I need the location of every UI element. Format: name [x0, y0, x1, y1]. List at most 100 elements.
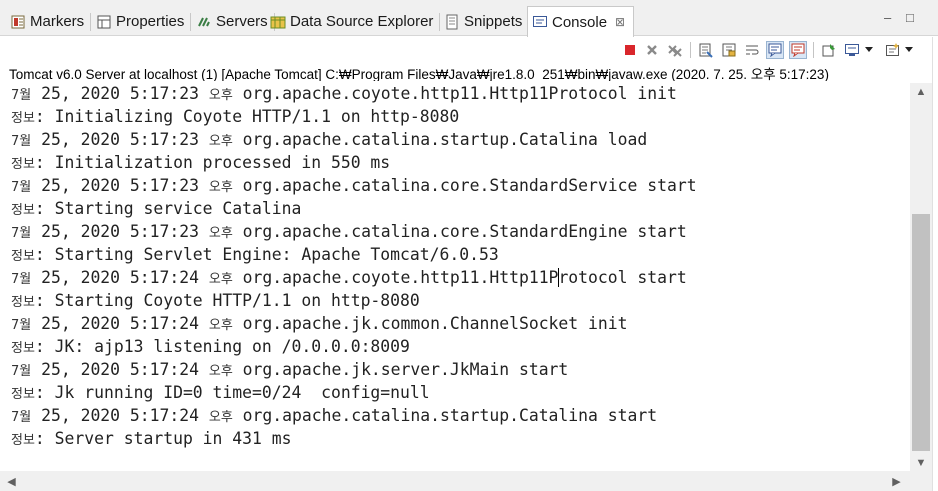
scrollbar-thumb[interactable] [912, 214, 930, 451]
log-text: 25, 2020 5:17:24 [31, 314, 209, 333]
console-line: 정보: Starting service Catalina [11, 197, 301, 220]
tab-label: Snippets [464, 13, 523, 30]
word-wrap-icon[interactable] [743, 41, 761, 59]
tab-servers[interactable]: Servers [192, 7, 275, 36]
log-source: org.apache.coyote.http11.Http11Protocol … [232, 84, 677, 103]
console-process-label: Tomcat v6.0 Server at localhost (1) [Apa… [9, 67, 829, 81]
tab-properties[interactable]: Properties [92, 7, 192, 36]
log-ampm: 오후 [208, 410, 233, 425]
log-prefix: 정보 [11, 341, 35, 356]
log-source: org.apache.jk.server.JkMain start [232, 360, 569, 379]
tab-label: Markers [30, 13, 85, 30]
tab-data-source-explorer[interactable]: Data Source Explorer [266, 7, 441, 36]
console-line: 정보: Starting Servlet Engine: Apache Tomc… [11, 243, 499, 266]
dropdown-icon[interactable] [864, 41, 874, 59]
clear-console-icon[interactable] [697, 41, 715, 59]
maximize-button[interactable]: □ [906, 10, 914, 25]
log-text: : JK: ajp13 listening on /0.0.0.0:8009 [34, 337, 410, 356]
pin-console-icon[interactable] [820, 41, 838, 59]
console-output[interactable]: 7월 25, 2020 5:17:23 오후 org.apache.coyote… [0, 82, 912, 470]
log-prefix: 정보 [11, 249, 35, 264]
open-console-icon[interactable] [884, 41, 902, 59]
log-text: 25, 2020 5:17:23 [31, 130, 209, 149]
log-text: 25, 2020 5:17:23 [31, 84, 209, 103]
console-toolbar [0, 37, 938, 63]
console-line: 정보: Initializing Coyote HTTP/1.1 on http… [11, 105, 459, 128]
log-ampm: 오후 [208, 272, 233, 287]
console-line: 7월 25, 2020 5:17:24 오후 org.apache.jk.com… [11, 312, 628, 335]
console-line: 7월 25, 2020 5:17:24 오후 org.apache.coyote… [11, 266, 687, 289]
tab-label: Servers [216, 13, 268, 30]
console-line: 7월 25, 2020 5:17:23 오후 org.apache.catali… [11, 128, 647, 151]
log-text: 25, 2020 5:17:23 [31, 176, 209, 195]
log-prefix: 7월 [11, 226, 32, 241]
console-line: 7월 25, 2020 5:17:23 오후 org.apache.coyote… [11, 82, 677, 105]
console-line: 정보: Starting Coyote HTTP/1.1 on http-808… [11, 289, 420, 312]
tab-snippets[interactable]: Snippets [440, 7, 530, 36]
tab-label: Data Source Explorer [290, 13, 434, 30]
terminate-icon[interactable] [621, 41, 639, 59]
scroll-left-icon[interactable]: ◀ [3, 471, 20, 491]
scroll-up-icon[interactable]: ▲ [910, 83, 932, 100]
log-source: org.apache.catalina.core.StandardEngine … [232, 222, 687, 241]
vertical-scrollbar[interactable]: ▲ ▼ [910, 83, 932, 471]
markers-icon [10, 14, 26, 30]
console-line: 정보: Initialization processed in 550 ms [11, 151, 390, 174]
console-line: 정보: JK: ajp13 listening on /0.0.0.0:8009 [11, 335, 410, 358]
scrollbar-corner [910, 471, 932, 491]
log-text: 25, 2020 5:17:23 [31, 222, 209, 241]
log-prefix: 7월 [11, 134, 32, 149]
show-stdout-icon[interactable] [766, 41, 784, 59]
log-source: rotocol start [558, 268, 687, 287]
log-text: 25, 2020 5:17:24 [31, 406, 209, 425]
log-ampm: 오후 [208, 364, 233, 379]
console-line: 7월 25, 2020 5:17:24 오후 org.apache.catali… [11, 404, 657, 427]
show-stderr-icon[interactable] [789, 41, 807, 59]
snippets-icon [444, 14, 460, 30]
log-ampm: 오후 [208, 180, 233, 195]
log-prefix: 정보 [11, 203, 35, 218]
tab-markers[interactable]: Markers [6, 7, 92, 36]
horizontal-scrollbar[interactable]: ◀ ▶ [0, 471, 910, 491]
remove-launch-icon[interactable] [643, 41, 661, 59]
scroll-right-icon[interactable]: ▶ [888, 471, 905, 491]
log-prefix: 7월 [11, 272, 32, 287]
dropdown-icon[interactable] [904, 41, 914, 59]
tab-console[interactable]: Console ⊠ [527, 6, 634, 37]
log-text: : Starting Servlet Engine: Apache Tomcat… [34, 245, 499, 264]
log-ampm: 오후 [208, 226, 233, 241]
log-prefix: 정보 [11, 111, 35, 126]
log-source: org.apache.catalina.startup.Catalina loa… [232, 130, 648, 149]
log-text: : Initializing Coyote HTTP/1.1 on http-8… [34, 107, 460, 126]
close-icon[interactable]: ⊠ [615, 15, 625, 29]
log-prefix: 7월 [11, 180, 32, 195]
minimize-button[interactable]: – [884, 10, 891, 25]
log-ampm: 오후 [208, 88, 233, 103]
log-text: : Jk running ID=0 time=0/24 config=null [34, 383, 430, 402]
log-text: : Starting service Catalina [34, 199, 302, 218]
console-line: 7월 25, 2020 5:17:23 오후 org.apache.catali… [11, 174, 697, 197]
remove-all-terminated-icon[interactable] [666, 41, 684, 59]
log-text: 25, 2020 5:17:24 [31, 268, 209, 287]
log-text: : Starting Coyote HTTP/1.1 on http-8080 [34, 291, 420, 310]
scroll-down-icon[interactable]: ▼ [910, 454, 932, 471]
console-line: 7월 25, 2020 5:17:23 오후 org.apache.catali… [11, 220, 687, 243]
tab-label: Console [552, 13, 608, 31]
log-source: org.apache.jk.common.ChannelSocket init [232, 314, 628, 333]
log-prefix: 정보 [11, 157, 35, 172]
view-tab-bar: Markers Properties Servers Data Source E… [0, 0, 938, 37]
log-prefix: 7월 [11, 318, 32, 333]
console-line: 정보: Jk running ID=0 time=0/24 config=nul… [11, 381, 430, 404]
log-source: org.apache.catalina.startup.Catalina sta… [232, 406, 658, 425]
log-prefix: 7월 [11, 410, 32, 425]
log-ampm: 오후 [208, 318, 233, 333]
properties-icon [96, 14, 112, 30]
display-console-icon[interactable] [843, 41, 861, 59]
console-line: 정보: Server startup in 431 ms [11, 427, 292, 450]
scroll-lock-icon[interactable] [720, 41, 738, 59]
log-prefix: 7월 [11, 88, 32, 103]
servers-icon [196, 14, 212, 30]
tab-label: Properties [116, 13, 185, 30]
log-source: org.apache.coyote.http11.Http11P [232, 268, 559, 287]
log-prefix: 7월 [11, 364, 32, 379]
